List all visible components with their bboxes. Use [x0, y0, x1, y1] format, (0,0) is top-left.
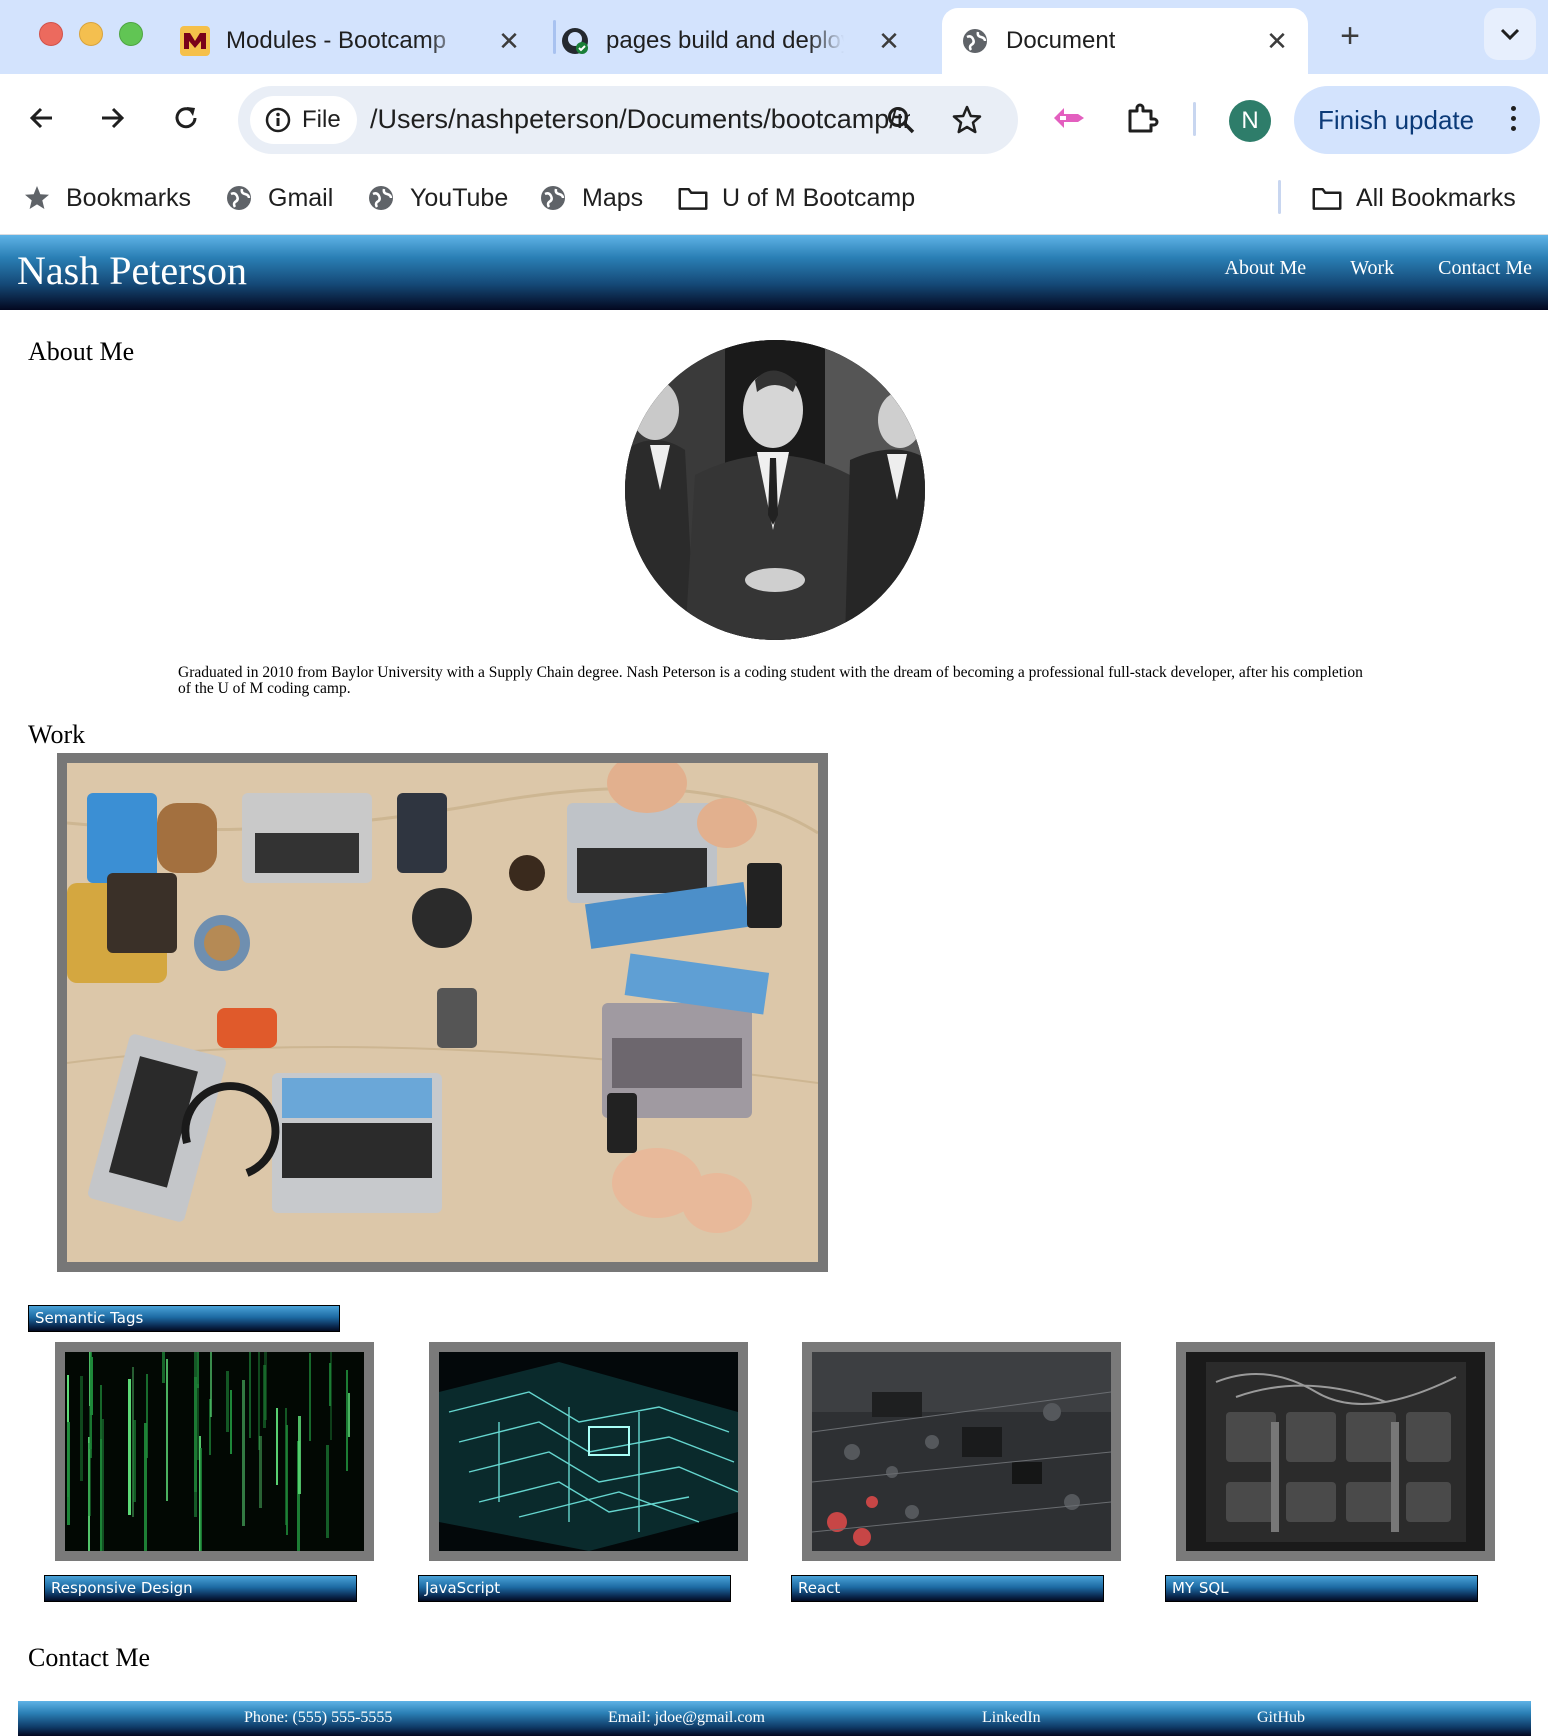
close-tab-icon[interactable]: ✕: [876, 26, 902, 56]
nav-link-work[interactable]: Work: [1350, 257, 1394, 280]
about-text: Graduated in 2010 from Baylor University…: [178, 664, 1363, 697]
reload-button[interactable]: [164, 96, 208, 140]
zoom-icon[interactable]: [884, 103, 918, 137]
bookmark-label: Maps: [582, 183, 644, 212]
close-window-button[interactable]: [39, 22, 63, 46]
star-icon: [22, 183, 52, 213]
site-nav: About Me Work Contact Me: [1225, 257, 1532, 280]
project-image-circuit-board: [812, 1352, 1111, 1551]
tab-document[interactable]: Document ✕: [942, 8, 1308, 74]
bookmarks-bar: Bookmarks Gmail YouTube Maps U of M Boot…: [0, 166, 1548, 235]
arrow-left-icon: [29, 107, 52, 129]
project-label-responsive-design[interactable]: Responsive Design: [44, 1575, 357, 1602]
bookmark-gmail[interactable]: Gmail: [224, 180, 333, 216]
contact-footer: Phone: (555) 555-5555 Email: jdoe@gmail.…: [18, 1701, 1531, 1736]
bookmark-label: YouTube: [410, 183, 509, 212]
tab-divider: [553, 20, 556, 54]
site-header: Nash Peterson About Me Work Contact Me: [0, 235, 1548, 310]
contact-linkedin-link[interactable]: LinkedIn: [982, 1709, 1041, 1727]
about-heading: About Me: [28, 337, 135, 366]
folder-icon: [678, 183, 708, 213]
new-tab-button[interactable]: +: [1330, 16, 1370, 56]
project-card-javascript[interactable]: [429, 1342, 748, 1561]
nav-link-about-me[interactable]: About Me: [1225, 257, 1307, 280]
work-heading: Work: [28, 720, 86, 749]
back-button[interactable]: [20, 96, 64, 140]
address-bar[interactable]: File /Users/nashpeterson/Documents/bootc…: [238, 86, 1018, 154]
browser-chrome: Modules - Bootcamp ✕ pages build and dep…: [0, 0, 1548, 235]
bookmarks-divider: [1278, 180, 1281, 214]
globe-icon: [960, 26, 990, 56]
university-m-icon: [180, 26, 210, 56]
featured-project-frame[interactable]: [57, 753, 828, 1272]
close-tab-icon[interactable]: ✕: [1264, 26, 1290, 56]
bookmark-star-icon[interactable]: [950, 103, 984, 137]
tab-modules-bootcamp[interactable]: Modules - Bootcamp ✕: [180, 8, 540, 74]
profile-avatar[interactable]: N: [1229, 100, 1271, 142]
nav-link-contact-me[interactable]: Contact Me: [1438, 257, 1532, 280]
info-icon: [265, 107, 291, 133]
site-info-label: File: [302, 106, 341, 133]
bookmark-bookmarks[interactable]: Bookmarks: [22, 180, 191, 216]
tab-strip: Modules - Bootcamp ✕ pages build and dep…: [0, 0, 1548, 74]
project-card-my-sql[interactable]: [1176, 1342, 1495, 1561]
more-menu-icon[interactable]: [1511, 106, 1516, 131]
reload-icon: [175, 107, 197, 129]
bookmark-maps[interactable]: Maps: [538, 180, 643, 216]
tab-title: Modules - Bootcamp: [226, 27, 447, 54]
minimize-window-button[interactable]: [79, 22, 103, 46]
toolbar-divider: [1193, 102, 1196, 136]
site-info-chip[interactable]: File: [250, 96, 357, 144]
all-bookmarks-label: All Bookmarks: [1356, 183, 1516, 212]
forward-button[interactable]: [90, 96, 134, 140]
bookmark-youtube[interactable]: YouTube: [366, 180, 508, 216]
project-label-react[interactable]: React: [791, 1575, 1104, 1602]
project-image-server-rack: [1186, 1352, 1485, 1551]
all-bookmarks-button[interactable]: All Bookmarks: [1312, 180, 1516, 216]
tab-title: pages build and deploy: [606, 27, 844, 54]
extension-arrow-icon[interactable]: [1046, 96, 1090, 140]
tab-pages-build[interactable]: pages build and deploy ✕: [560, 8, 920, 74]
project-image-circuit-glow: [439, 1352, 738, 1551]
featured-project-label[interactable]: Semantic Tags: [28, 1305, 340, 1332]
bookmark-folder-uofm[interactable]: U of M Bootcamp: [678, 180, 915, 216]
contact-phone: Phone: (555) 555-5555: [244, 1709, 393, 1726]
project-label-my-sql[interactable]: MY SQL: [1165, 1575, 1478, 1602]
featured-project-image: [67, 763, 818, 1262]
close-tab-icon[interactable]: ✕: [496, 26, 522, 56]
project-image-matrix-code: [65, 1352, 364, 1551]
bookmark-label: U of M Bootcamp: [722, 183, 916, 212]
finish-update-button[interactable]: Finish update: [1294, 86, 1540, 154]
browser-toolbar: File /Users/nashpeterson/Documents/bootc…: [0, 74, 1548, 166]
url-text[interactable]: /Users/nashpeterson/Documents/bootcamp/i…: [370, 104, 910, 135]
contact-github-link[interactable]: GitHub: [1257, 1709, 1305, 1727]
bookmark-label: Bookmarks: [66, 183, 192, 212]
maximize-window-button[interactable]: [119, 22, 143, 46]
web-page: Nash Peterson About Me Work Contact Me A…: [0, 235, 1548, 1736]
folder-icon: [1312, 183, 1342, 213]
project-card-responsive-design[interactable]: [55, 1342, 374, 1561]
project-card-react[interactable]: [802, 1342, 1121, 1561]
arrow-right-icon: [102, 107, 125, 129]
tab-title: Document: [1006, 27, 1116, 54]
contact-heading: Contact Me: [28, 1643, 151, 1672]
globe-icon: [538, 183, 568, 213]
github-icon: [560, 26, 590, 56]
contact-email[interactable]: Email: jdoe@gmail.com: [608, 1709, 765, 1727]
tab-search-button[interactable]: [1484, 8, 1536, 60]
chevron-down-icon: [1500, 28, 1520, 41]
globe-icon: [366, 183, 396, 213]
site-title: Nash Peterson: [17, 248, 247, 293]
profile-photo: [625, 340, 925, 640]
extensions-puzzle-icon[interactable]: [1120, 96, 1164, 140]
project-label-javascript[interactable]: JavaScript: [418, 1575, 731, 1602]
finish-update-label: Finish update: [1318, 104, 1475, 135]
bookmark-label: Gmail: [268, 183, 334, 212]
globe-icon: [224, 183, 254, 213]
